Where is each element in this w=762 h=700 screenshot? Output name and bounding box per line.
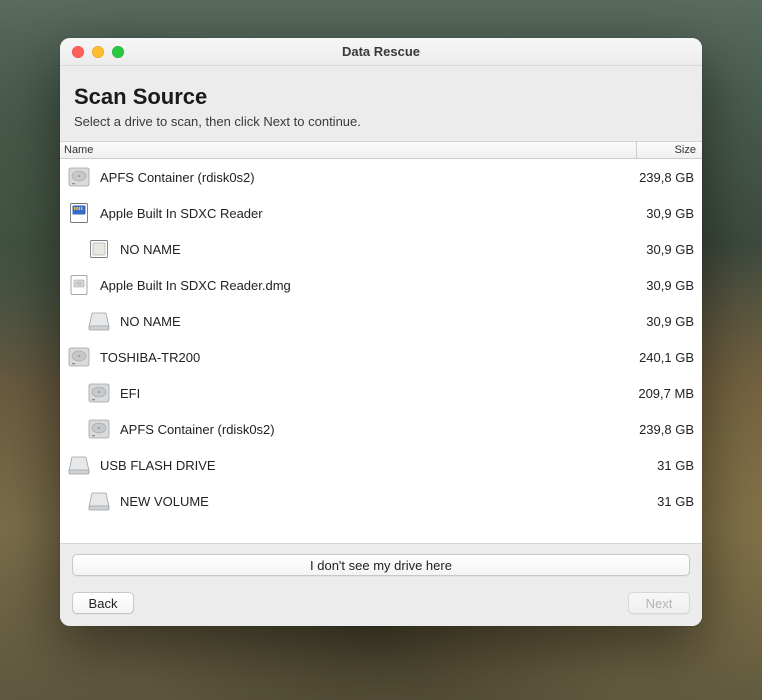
hdd-icon (66, 164, 92, 190)
drive-name: NO NAME (120, 242, 638, 257)
drive-name: Apple Built In SDXC Reader (100, 206, 638, 221)
drive-row[interactable]: TOSHIBA-TR200240,1 GB (60, 339, 702, 375)
drive-name: EFI (120, 386, 630, 401)
drive-size: 30,9 GB (638, 242, 694, 257)
minimize-icon[interactable] (92, 46, 104, 58)
traffic-lights (60, 46, 124, 58)
drive-name: NO NAME (120, 314, 638, 329)
close-icon[interactable] (72, 46, 84, 58)
drive-size: 31 GB (649, 458, 694, 473)
drive-size: 239,8 GB (631, 170, 694, 185)
sdcard-icon (66, 200, 92, 226)
drive-size: 30,9 GB (638, 206, 694, 221)
drive-row[interactable]: Apple Built In SDXC Reader.dmg30,9 GB (60, 267, 702, 303)
drive-row[interactable]: USB FLASH DRIVE31 GB (60, 447, 702, 483)
back-button[interactable]: Back (72, 592, 134, 614)
drive-row[interactable]: EFI209,7 MB (60, 375, 702, 411)
column-name[interactable]: Name (60, 142, 637, 158)
table-header: Name Size (60, 141, 702, 159)
external-icon (86, 308, 112, 334)
page-header: Scan Source Select a drive to scan, then… (60, 66, 702, 141)
drive-list: APFS Container (rdisk0s2)239,8 GB Apple … (60, 159, 702, 543)
drive-row[interactable]: APFS Container (rdisk0s2)239,8 GB (60, 159, 702, 195)
missing-drive-button[interactable]: I don't see my drive here (72, 554, 690, 576)
drive-name: APFS Container (rdisk0s2) (100, 170, 631, 185)
drive-name: APFS Container (rdisk0s2) (120, 422, 631, 437)
drive-name: USB FLASH DRIVE (100, 458, 649, 473)
external-icon (86, 488, 112, 514)
external-icon (66, 452, 92, 478)
drive-row[interactable]: NEW VOLUME31 GB (60, 483, 702, 519)
drive-size: 209,7 MB (630, 386, 694, 401)
zoom-icon[interactable] (112, 46, 124, 58)
page-title: Scan Source (74, 84, 688, 110)
drive-size: 239,8 GB (631, 422, 694, 437)
hdd-icon (66, 344, 92, 370)
drive-size: 240,1 GB (631, 350, 694, 365)
drive-row[interactable]: NO NAME30,9 GB (60, 231, 702, 267)
drive-row[interactable]: Apple Built In SDXC Reader30,9 GB (60, 195, 702, 231)
drive-name: Apple Built In SDXC Reader.dmg (100, 278, 638, 293)
app-window: Data Rescue Scan Source Select a drive t… (60, 38, 702, 626)
drive-size: 30,9 GB (638, 278, 694, 293)
drive-row[interactable]: NO NAME30,9 GB (60, 303, 702, 339)
column-size[interactable]: Size (637, 144, 702, 156)
page-subtitle: Select a drive to scan, then click Next … (74, 114, 688, 129)
drive-name: TOSHIBA-TR200 (100, 350, 631, 365)
dmg-icon (66, 272, 92, 298)
drive-row[interactable]: APFS Container (rdisk0s2)239,8 GB (60, 411, 702, 447)
drive-size: 31 GB (649, 494, 694, 509)
nav-buttons: Back Next (72, 592, 690, 614)
next-button[interactable]: Next (628, 592, 690, 614)
window-title: Data Rescue (60, 44, 702, 59)
volume-icon (86, 236, 112, 262)
drive-name: NEW VOLUME (120, 494, 649, 509)
drive-size: 30,9 GB (638, 314, 694, 329)
titlebar: Data Rescue (60, 38, 702, 66)
hdd-icon (86, 416, 112, 442)
footer: I don't see my drive here Back Next (60, 543, 702, 626)
hdd-icon (86, 380, 112, 406)
